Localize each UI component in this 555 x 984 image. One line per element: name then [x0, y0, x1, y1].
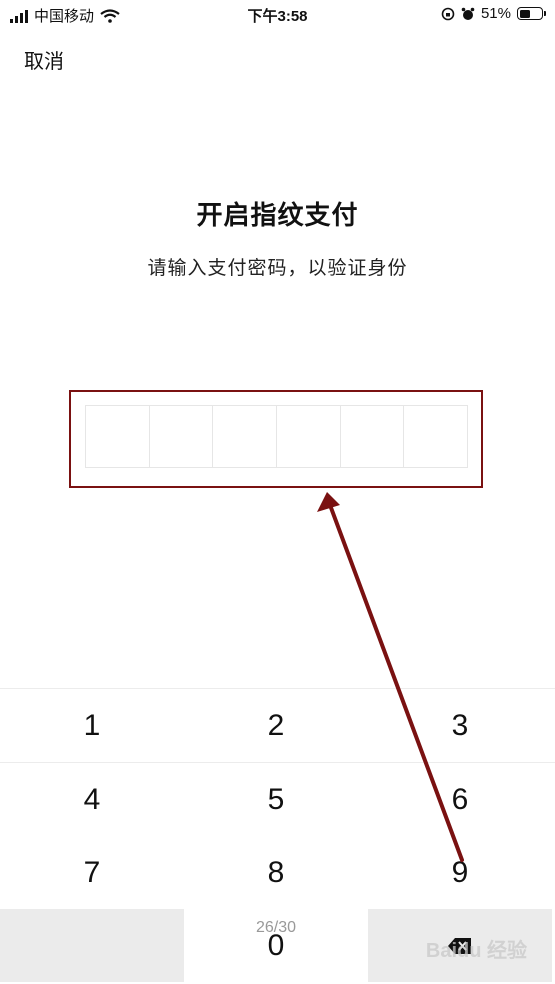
- key-6[interactable]: 6: [368, 763, 552, 836]
- alarm-icon: [461, 7, 475, 20]
- pin-cell: [150, 406, 214, 467]
- pin-cell: [86, 406, 150, 467]
- key-7[interactable]: 7: [0, 836, 184, 909]
- key-4[interactable]: 4: [0, 763, 184, 836]
- watermark-logo: Baidu 经验: [425, 940, 527, 962]
- cancel-button[interactable]: 取消: [24, 45, 64, 74]
- page-subtitle: 请输入支付密码，以验证身份: [147, 258, 408, 279]
- battery-icon: [517, 7, 546, 20]
- pin-input[interactable]: [85, 405, 468, 468]
- key-1[interactable]: 1: [0, 689, 184, 762]
- pin-cell: [404, 406, 467, 467]
- pin-cell: [213, 406, 278, 467]
- key-0[interactable]: 26/30 0: [184, 909, 368, 982]
- key-9[interactable]: 9: [368, 836, 552, 909]
- rotation-lock-icon: [441, 7, 455, 20]
- status-right: 51%: [441, 5, 546, 22]
- status-bar: 中国移动 下午3:58 51%: [0, 0, 555, 30]
- key-blank: [0, 909, 184, 982]
- key-2[interactable]: 2: [184, 689, 368, 762]
- key-8[interactable]: 8: [184, 836, 368, 909]
- key-0-label: 0: [267, 929, 285, 962]
- page-title: 开启指纹支付: [196, 200, 359, 230]
- pin-cell: [277, 406, 341, 467]
- key-5[interactable]: 5: [184, 763, 368, 836]
- pin-cell: [341, 406, 405, 467]
- key-3[interactable]: 3: [368, 689, 552, 762]
- battery-percent: 51%: [480, 5, 511, 22]
